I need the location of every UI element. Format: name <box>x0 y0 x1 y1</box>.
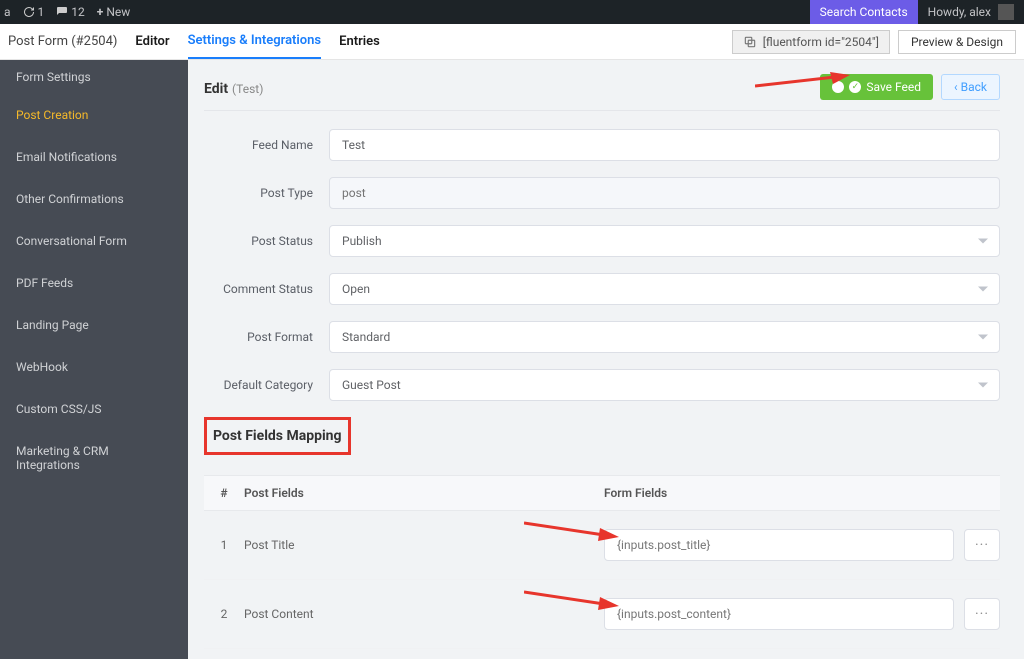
mapping-row: 1 Post Title ··· <box>204 511 1000 580</box>
mapping-row: 2 Post Content ··· <box>204 580 1000 649</box>
admin-bar-new[interactable]: + New <box>97 5 131 19</box>
tab-entries[interactable]: Entries <box>339 25 380 58</box>
label-feed-name: Feed Name <box>204 138 329 152</box>
admin-bar-updates[interactable]: 1 <box>23 5 45 19</box>
shortcode-button[interactable]: [fluentform id="2504"] <box>732 30 890 54</box>
row-more-button[interactable]: ··· <box>964 598 1000 630</box>
sidebar-item-conversational-form[interactable]: Conversational Form <box>0 220 188 262</box>
col-head-post-fields: Post Fields <box>244 486 604 500</box>
row-post-field: Post Content <box>244 607 604 621</box>
shortcode-text: [fluentform id="2504"] <box>763 35 879 49</box>
label-default-category: Default Category <box>204 378 329 392</box>
sidebar-item-email-notifications[interactable]: Email Notifications <box>0 136 188 178</box>
col-head-idx: # <box>204 486 244 500</box>
select-post-format[interactable] <box>329 321 1000 353</box>
label-post-type: Post Type <box>204 186 329 200</box>
save-feed-label: Save Feed <box>866 80 921 94</box>
sidebar-item-webhook[interactable]: WebHook <box>0 346 188 388</box>
admin-bar-site-cut[interactable]: a <box>4 5 11 19</box>
label-post-status: Post Status <box>204 234 329 248</box>
row-form-field-input[interactable] <box>604 598 954 630</box>
label-comment-status: Comment Status <box>204 282 329 296</box>
edit-subtitle: (Test) <box>232 82 263 96</box>
search-contacts-button[interactable]: Search Contacts <box>810 0 918 24</box>
tab-editor[interactable]: Editor <box>135 25 169 58</box>
col-head-form-fields: Form Fields <box>604 486 1000 500</box>
check-icon: ✓ <box>849 81 861 93</box>
select-comment-status[interactable] <box>329 273 1000 305</box>
howdy-user[interactable]: Howdy, alex <box>918 4 1024 20</box>
main-content: Edit (Test) ✓ Save Feed ‹ Back Fe <box>188 60 1024 659</box>
sidebar-item-post-creation[interactable]: Post Creation <box>0 94 188 136</box>
sidebar-item-other-confirmations[interactable]: Other Confirmations <box>0 178 188 220</box>
row-more-button[interactable]: ··· <box>964 529 1000 561</box>
edit-title: Edit <box>204 81 228 97</box>
page-title: Post Form (#2504) <box>8 34 117 49</box>
sidebar-item-landing-page[interactable]: Landing Page <box>0 304 188 346</box>
sidebar-item-form-settings[interactable]: Form Settings <box>0 60 188 94</box>
post-fields-mapping-title: Post Fields Mapping <box>204 417 351 455</box>
row-post-field: Post Title <box>244 538 604 552</box>
sidebar-item-pdf-feeds[interactable]: PDF Feeds <box>0 262 188 304</box>
admin-bar-comments[interactable]: 12 <box>56 5 85 19</box>
settings-sidebar: Form Settings Post Creation Email Notifi… <box>0 60 188 659</box>
row-idx: 1 <box>204 538 244 552</box>
howdy-text: Howdy, alex <box>928 5 991 19</box>
label-post-format: Post Format <box>204 330 329 344</box>
sidebar-item-custom-css-js[interactable]: Custom CSS/JS <box>0 388 188 430</box>
mapping-table-head: # Post Fields Form Fields <box>204 475 1000 511</box>
tab-settings[interactable]: Settings & Integrations <box>188 24 322 59</box>
plus-icon: + <box>97 5 104 19</box>
back-label: Back <box>961 80 987 94</box>
updates-count: 1 <box>38 5 45 19</box>
mapping-row: 3 Post Excerpt ··· <box>204 649 1000 659</box>
row-idx: 2 <box>204 607 244 621</box>
avatar <box>998 4 1014 20</box>
select-default-category[interactable] <box>329 369 1000 401</box>
comments-count: 12 <box>71 5 85 19</box>
input-post-type <box>329 177 1000 209</box>
update-icon <box>23 6 35 18</box>
chevron-left-icon: ‹ <box>954 80 961 94</box>
back-button[interactable]: ‹ Back <box>941 74 1000 100</box>
comment-icon <box>56 6 68 18</box>
select-post-status[interactable] <box>329 225 1000 257</box>
wp-admin-bar: a 1 12 + New Search Contacts Howdy, alex <box>0 0 1024 24</box>
copy-icon <box>743 35 757 49</box>
preview-design-button[interactable]: Preview & Design <box>898 30 1016 54</box>
input-feed-name[interactable] <box>329 129 1000 161</box>
row-form-field-input[interactable] <box>604 529 954 561</box>
page-header: Post Form (#2504) Editor Settings & Inte… <box>0 24 1024 60</box>
new-label: New <box>106 5 130 19</box>
save-feed-button[interactable]: ✓ Save Feed <box>820 74 933 100</box>
sidebar-item-marketing-crm[interactable]: Marketing & CRM Integrations <box>0 430 188 486</box>
